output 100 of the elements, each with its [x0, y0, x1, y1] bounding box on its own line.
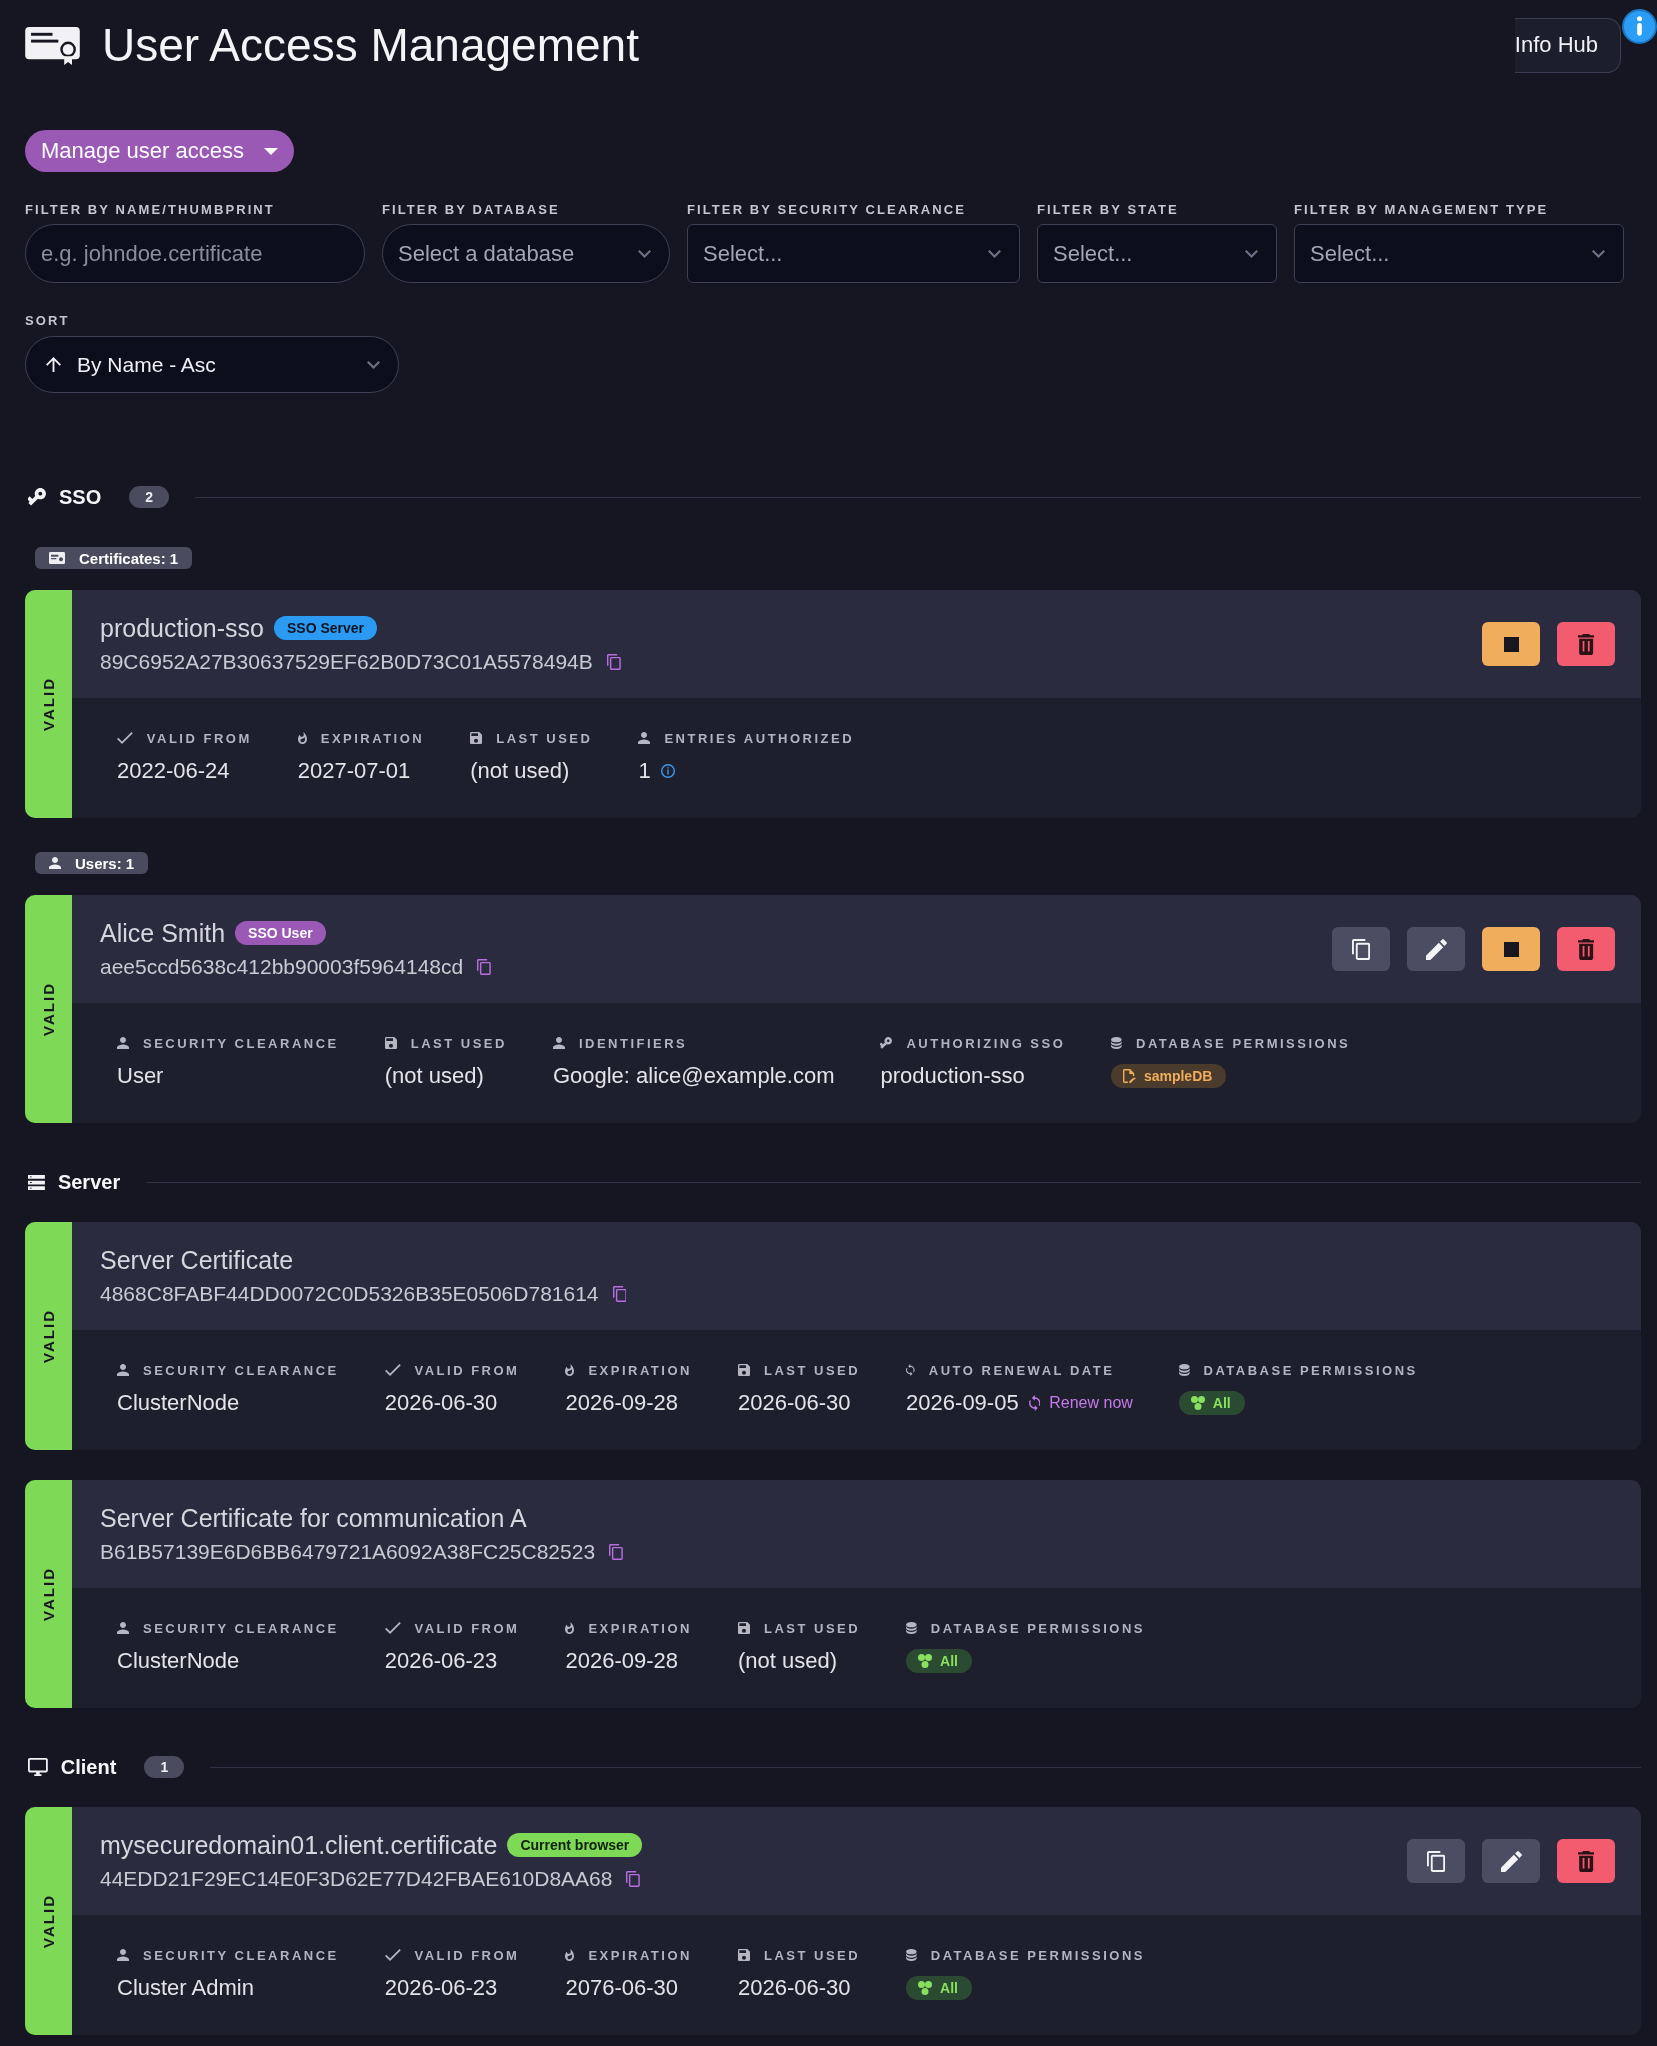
field-label: VALID FROM [414, 1947, 520, 1963]
field-value: Cluster Admin [117, 1975, 254, 2001]
renew-link[interactable]: Renew now [1028, 1394, 1133, 1412]
database-icon [906, 1622, 917, 1634]
card-title: Server Certificate for communication A [100, 1503, 527, 1533]
copy-icon[interactable] [612, 1286, 627, 1302]
chevron-down-icon [1592, 249, 1605, 258]
chevron-down-icon [988, 249, 1001, 258]
key-icon [28, 488, 46, 506]
arrow-up-icon [46, 357, 61, 372]
field-label: SECURITY CLEARANCE [143, 1947, 339, 1963]
field-label: AUTHORIZING SSO [906, 1035, 1066, 1051]
monitor-icon [28, 1758, 48, 1776]
copy-icon[interactable] [609, 1544, 623, 1560]
field-label: DATABASE PERMISSIONS [930, 1947, 1145, 1963]
field-value: (not used) [384, 1063, 484, 1089]
check-icon [384, 1949, 401, 1961]
info-hub-button[interactable]: Info Hub [1514, 17, 1621, 73]
dropdown-field[interactable]: Select a database [382, 224, 670, 283]
page-title: User Access Management [102, 18, 639, 73]
info-icon[interactable] [1622, 8, 1657, 44]
card-title: Alice Smith [100, 918, 226, 948]
field-value: 2026-06-23 [384, 1975, 498, 2001]
card-title: mysecuredomain01.client.certificate [100, 1830, 498, 1860]
delete-button[interactable] [1557, 927, 1615, 971]
field-value: production-sso [880, 1063, 1025, 1089]
field-value: ClusterNode [117, 1390, 240, 1416]
card-title: Server Certificate [100, 1245, 294, 1275]
status-label: VALID [40, 1309, 57, 1363]
filter-label: FILTER BY DATABASE [382, 202, 561, 218]
flame-icon [565, 1622, 575, 1634]
field-value: ClusterNode [117, 1648, 240, 1674]
cluster-icon [1190, 1396, 1205, 1410]
delete-button[interactable] [1557, 622, 1615, 666]
field-value: (not used) [470, 758, 570, 784]
field-value: (not used) [737, 1648, 837, 1674]
check-icon [117, 732, 133, 744]
field-value: User [117, 1063, 164, 1089]
copy-icon [1351, 938, 1371, 960]
filter-label: SORT [25, 313, 71, 329]
flame-icon [565, 1364, 575, 1376]
type-badge: SSO User [235, 921, 326, 945]
chevron-down-icon [367, 360, 380, 369]
field-label: EXPIRATION [320, 730, 425, 746]
flame-icon [297, 732, 307, 744]
status-label: VALID [40, 1567, 57, 1621]
edit-button[interactable] [1407, 927, 1465, 971]
thumbprint: 4868C8FABF44DD0072C0D5326B35E0506D781614 [100, 1281, 599, 1307]
document-edit-icon [1123, 1069, 1136, 1083]
card-title: production-sso [100, 613, 264, 643]
person-icon [117, 1037, 129, 1049]
dropdown-field[interactable]: Select... [1294, 224, 1624, 283]
stop-button[interactable] [1482, 927, 1540, 971]
field-label: VALID FROM [414, 1362, 520, 1378]
pencil-icon [1425, 938, 1447, 960]
section-title: Server [57, 1170, 121, 1194]
floppy-icon [470, 732, 483, 744]
field-label: EXPIRATION [588, 1947, 692, 1963]
field-label: AUTO RENEWAL DATE [928, 1362, 1115, 1378]
thumbprint: B61B57139E6D6BB6479721A6092A38FC25C82523 [100, 1539, 596, 1565]
section-title: Client [60, 1755, 117, 1779]
copy-icon[interactable] [606, 654, 621, 670]
sort-dropdown[interactable]: By Name - Asc [25, 336, 399, 393]
copy-icon[interactable] [626, 1871, 641, 1887]
trash-icon [1577, 938, 1595, 960]
field-label: ENTRIES AUTHORIZED [664, 730, 855, 746]
copy-button[interactable] [1332, 927, 1390, 971]
permission-name: sampleDB [1143, 1068, 1213, 1084]
database-icon [1111, 1037, 1122, 1049]
dropdown-field[interactable]: Select... [1037, 224, 1277, 283]
field-value: 2026-06-30 [384, 1390, 498, 1416]
floppy-icon [737, 1949, 750, 1961]
cluster-icon [918, 1981, 933, 1995]
thumbprint: 89C6952A27B30637529EF62B0D73C01A5578494B [100, 649, 593, 675]
field-label: EXPIRATION [588, 1620, 692, 1636]
field-value: 2026-06-30 [737, 1975, 851, 2001]
trash-icon [1577, 633, 1595, 655]
floppy-icon [384, 1037, 397, 1049]
field-label: SECURITY CLEARANCE [143, 1362, 339, 1378]
field-value: 2026-09-28 [565, 1390, 678, 1416]
search-field[interactable]: e.g. johndoe.certificate [25, 224, 365, 283]
stop-button[interactable] [1482, 622, 1540, 666]
trash-icon [1577, 1850, 1595, 1872]
dropdown-field[interactable]: Select... [687, 224, 1020, 283]
flame-icon [565, 1949, 575, 1961]
field-label: VALID FROM [414, 1620, 520, 1636]
check-icon [384, 1622, 401, 1634]
type-badge: Current browser [507, 1833, 643, 1857]
person-icon [49, 857, 61, 869]
manage-access-button[interactable]: Manage user access [25, 130, 294, 172]
sync-icon [1028, 1395, 1041, 1411]
field-value: 2027-07-01 [297, 758, 411, 784]
copy-button[interactable] [1407, 1839, 1465, 1883]
group-tag-label: Certificates: 1 [79, 549, 179, 567]
edit-button[interactable] [1482, 1839, 1540, 1883]
count-badge: 1 [144, 1756, 185, 1778]
delete-button[interactable] [1557, 1839, 1615, 1883]
stop-icon [1503, 636, 1519, 652]
copy-icon[interactable] [477, 959, 491, 975]
pencil-icon [1500, 1850, 1522, 1872]
